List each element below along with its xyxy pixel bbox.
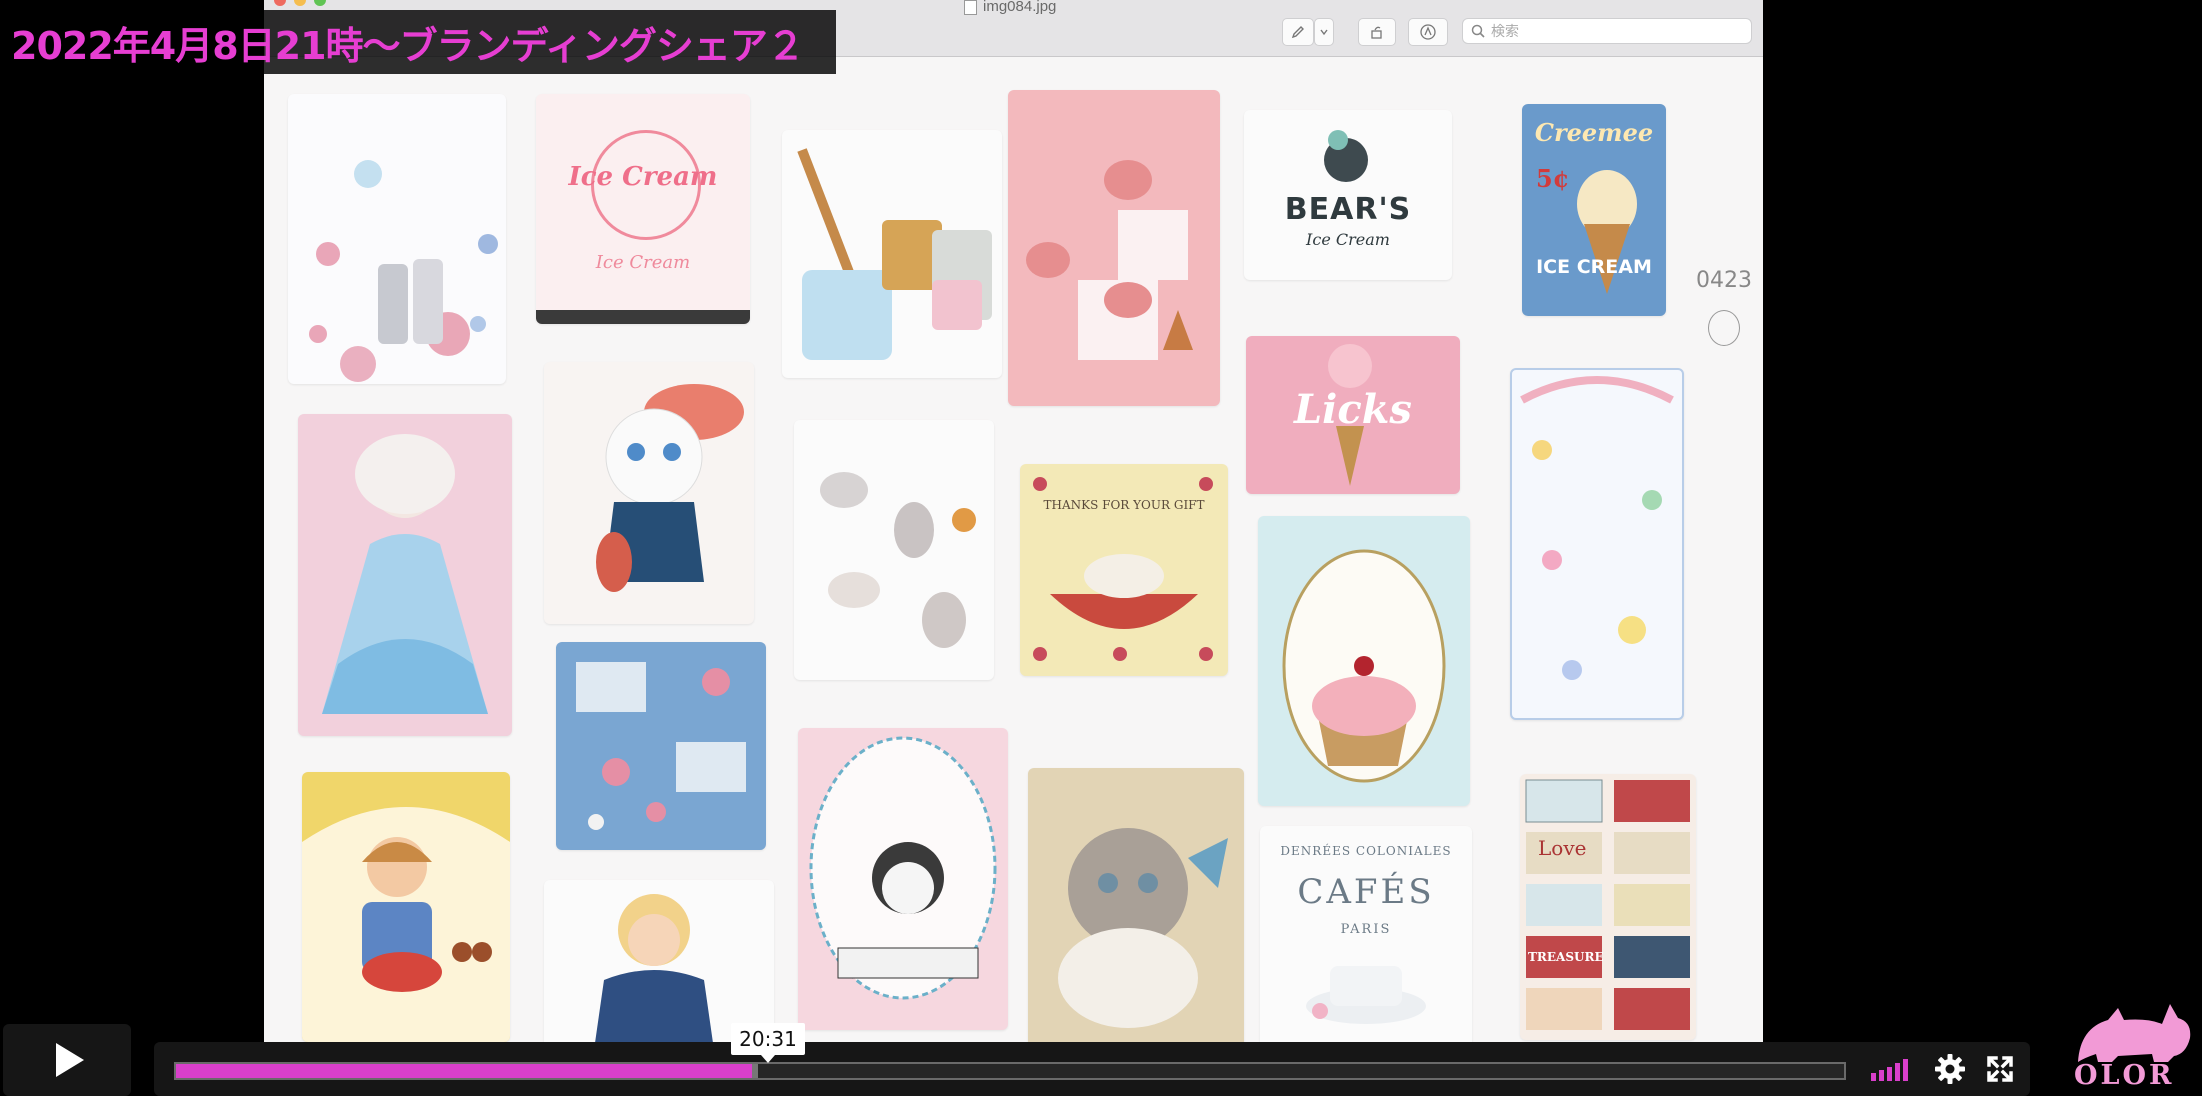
volume-bars-icon — [1871, 1059, 1908, 1081]
licks-text: Licks — [1294, 386, 1412, 433]
search-icon — [1471, 24, 1485, 38]
ice-cream-logo-text: Ice Cream — [568, 162, 718, 192]
rotate-button[interactable] — [1358, 18, 1396, 46]
cafes-tile: DENRÉES COLONIALES CAFÉS PARIS — [1260, 826, 1472, 1056]
window-title: img084.jpg — [964, 0, 1056, 15]
bears-logo-tile: BEAR'S Ice Cream — [1244, 110, 1452, 280]
minimize-window-icon[interactable] — [294, 0, 306, 6]
birthday-kitten-tile — [798, 728, 1008, 1030]
doll-tile — [298, 414, 512, 736]
handwritten-circle — [1708, 310, 1740, 346]
girl-cooking-tile — [302, 772, 510, 1042]
markup-circle-icon — [1420, 24, 1436, 40]
annotate-button[interactable] — [1408, 18, 1448, 46]
play-button[interactable] — [3, 1024, 131, 1096]
seek-bar[interactable] — [174, 1062, 1846, 1080]
bunnies-art — [820, 472, 976, 648]
stream-title-overlay: 2022年4月8日21時〜ブランディングシェア２ — [4, 10, 836, 74]
bears-title-text: BEAR'S — [1284, 192, 1412, 227]
fullscreen-button[interactable] — [1980, 1050, 2020, 1088]
kitten-ribbon-art — [1058, 828, 1228, 1028]
creemee-text: Creemee — [1534, 118, 1654, 147]
floral-wrapping-tile — [556, 642, 766, 850]
pink-ice-cream-cups-tile — [1008, 90, 1220, 406]
vintage-kitten-tile — [544, 362, 754, 624]
buffered-progress — [752, 1064, 759, 1078]
creemee-tile: Creemee 5¢ ICE CREAM — [1522, 104, 1666, 316]
cupcake-art — [1282, 549, 1446, 783]
search-placeholder: 検索 — [1491, 24, 1519, 40]
zoom-window-icon[interactable] — [314, 0, 326, 6]
vintage-tickets-tile: Love TREASURE — [1520, 774, 1696, 1040]
birthday-kitten-art — [809, 736, 997, 1000]
filename-label: img084.jpg — [983, 0, 1057, 15]
care-bears-tile — [1510, 368, 1684, 720]
ice-cream-logo-tile: Ice Cream Ice Cream — [536, 94, 750, 324]
creemee-ice-cream-text: ICE CREAM — [1536, 256, 1652, 278]
watercolor-dots-tile — [288, 94, 506, 384]
settings-button[interactable] — [1930, 1050, 1970, 1088]
played-progress — [176, 1064, 753, 1078]
ticket-love-text: Love — [1538, 836, 1587, 860]
play-icon — [56, 1043, 84, 1077]
pen-icon — [1291, 26, 1304, 39]
floral-pattern-art — [576, 662, 746, 830]
card-footer — [536, 310, 750, 324]
care-bears-art — [1520, 376, 1674, 680]
ice-cream-tubs-art — [797, 148, 992, 360]
girl-cooking-art — [302, 807, 510, 1042]
pink-cups-art — [1026, 160, 1193, 360]
gear-icon — [1935, 1054, 1965, 1084]
thanks-card-art — [1033, 477, 1213, 661]
thanks-card-tile: THANKS FOR YOUR GIFT — [1020, 464, 1228, 676]
close-window-icon[interactable] — [274, 0, 286, 6]
progress-bar-container — [154, 1042, 2030, 1096]
cafes-text: CAFÉS — [1297, 872, 1435, 912]
watercolor-dots-art — [309, 160, 498, 382]
bunnies-tile — [794, 420, 994, 680]
ice-cream-tubs-tile — [782, 130, 1002, 378]
kitten-ribbon-tile — [1028, 768, 1244, 1058]
creemee-price-text: 5¢ — [1536, 164, 1570, 193]
ice-cream-sub-text: Ice Cream — [595, 252, 691, 273]
fullscreen-icon — [1987, 1056, 2013, 1082]
volume-button[interactable] — [1868, 1052, 1920, 1086]
thanks-text: THANKS FOR YOUR GIFT — [1043, 498, 1205, 512]
seek-time-tooltip: 20:31 — [731, 1023, 805, 1063]
search-field[interactable]: 検索 — [1462, 18, 1752, 44]
markup-pen-button[interactable] — [1282, 18, 1314, 46]
cafes-top-text: DENRÉES COLONIALES — [1280, 844, 1452, 858]
handwritten-note: 0423 — [1696, 268, 1752, 293]
ticket-treasure-text: TREASURE — [1528, 950, 1604, 964]
rotate-icon — [1371, 26, 1382, 39]
cafes-cup-art — [1306, 966, 1426, 1024]
chevron-down-icon — [1320, 29, 1328, 36]
licks-tile: Licks — [1246, 336, 1460, 494]
bears-sub-text: Ice Cream — [1306, 230, 1390, 249]
tickets-art — [1525, 779, 1690, 1030]
doll-art — [322, 434, 488, 714]
video-frame[interactable]: img084.jpg 検索 Ice Cream Ice Cream THANKS… — [264, 0, 1763, 1096]
cafes-paris-text: PARIS — [1340, 922, 1392, 937]
document-icon — [964, 0, 977, 15]
video-controls — [0, 1024, 2202, 1096]
cupcake-tile — [1258, 516, 1470, 806]
vintage-kitten-art — [596, 384, 744, 592]
markup-dropdown-button[interactable] — [1314, 18, 1334, 46]
